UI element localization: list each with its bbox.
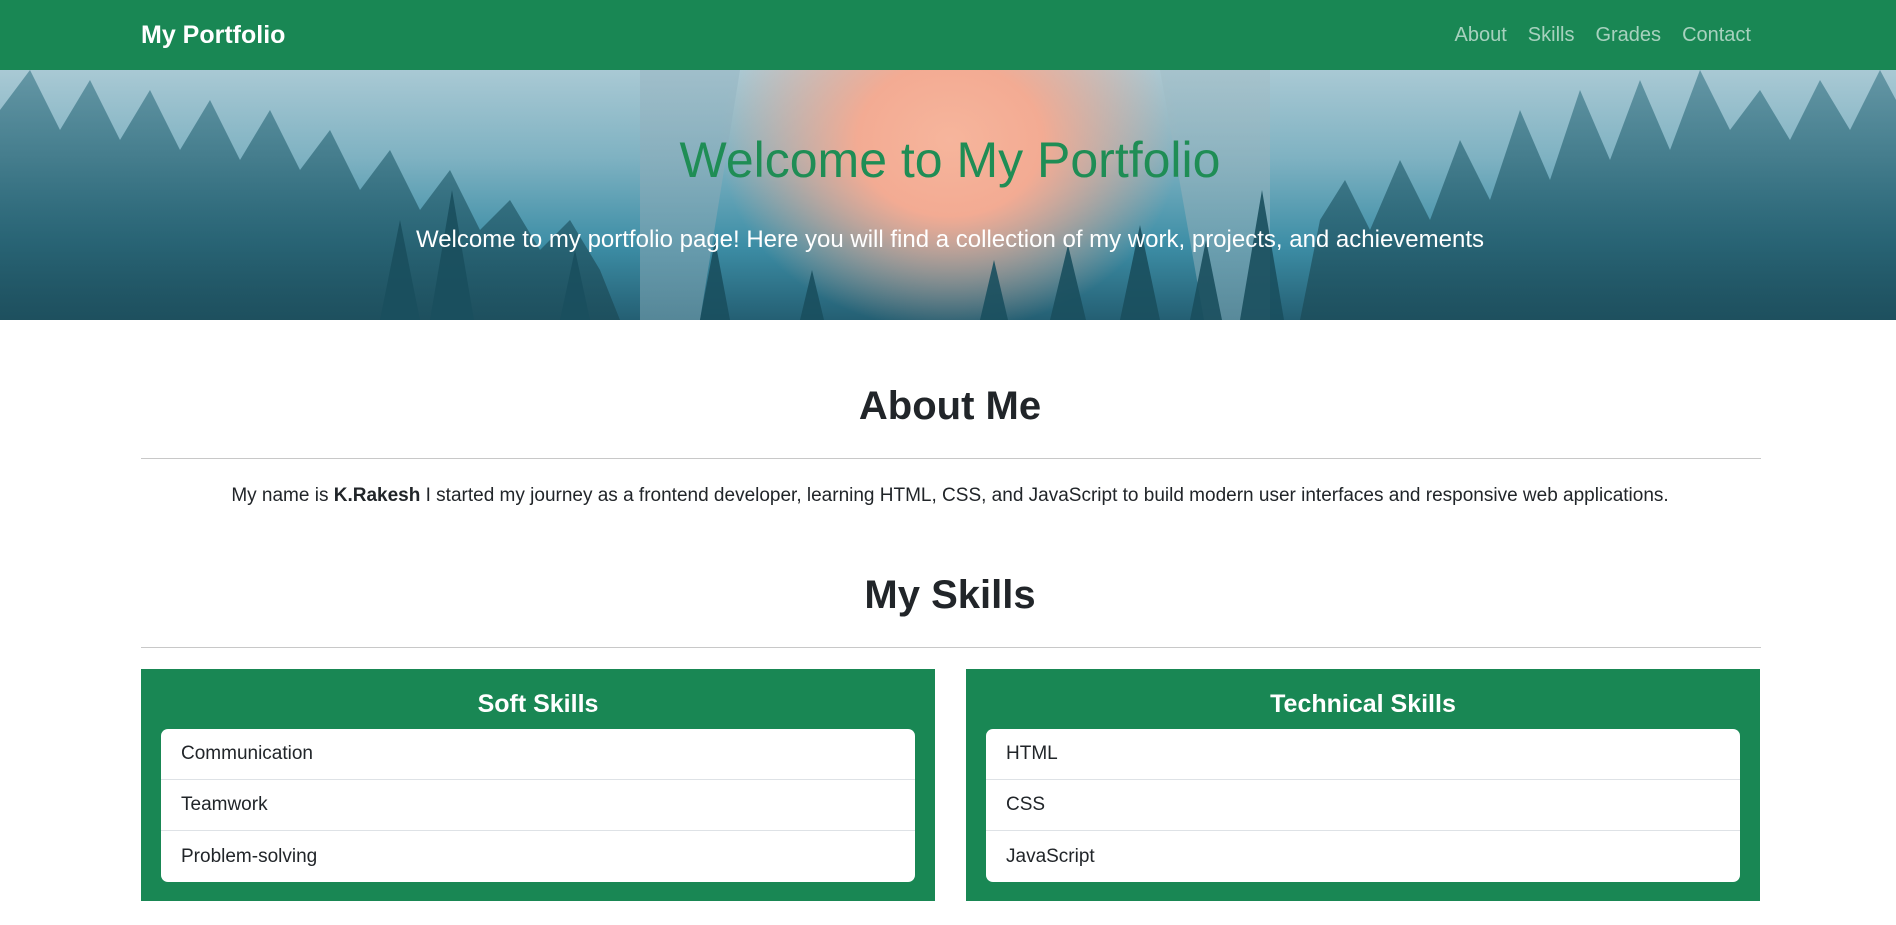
list-item: Communication xyxy=(161,729,915,780)
brand-link[interactable]: My Portfolio xyxy=(141,18,285,52)
soft-skills-list: Communication Teamwork Problem-solving xyxy=(161,729,915,882)
about-name: K.Rakesh xyxy=(333,485,421,506)
nav-link-grades[interactable]: Grades xyxy=(1595,22,1661,48)
nav-link-skills[interactable]: Skills xyxy=(1528,22,1575,48)
list-item: CSS xyxy=(986,780,1740,831)
technical-skills-list: HTML CSS JavaScript xyxy=(986,729,1740,882)
forest-background-image xyxy=(0,70,1896,320)
nav-link-about[interactable]: About xyxy=(1455,22,1507,48)
about-text-after: I started my journey as a frontend devel… xyxy=(420,485,1669,506)
nav-links: About Skills Grades Contact xyxy=(1455,22,1751,48)
list-item: HTML xyxy=(986,729,1740,780)
skills-heading: My Skills xyxy=(864,573,1036,617)
about-divider xyxy=(141,458,1761,459)
technical-skills-card: Technical Skills HTML CSS JavaScript xyxy=(966,669,1760,901)
hero-banner: Welcome to My Portfolio Welcome to my po… xyxy=(0,70,1896,320)
skills-divider xyxy=(141,647,1761,648)
about-text-before: My name is xyxy=(231,485,334,506)
list-item: Problem-solving xyxy=(181,845,318,867)
about-paragraph: My name is K.Rakesh I started my journey… xyxy=(0,483,1896,509)
navbar: My Portfolio About Skills Grades Contact xyxy=(0,0,1896,70)
hero-subtitle: Welcome to my portfolio page! Here you w… xyxy=(415,226,1485,253)
soft-skills-card: Soft Skills Communication Teamwork Probl… xyxy=(141,669,935,901)
list-item: Teamwork xyxy=(161,780,915,831)
about-heading: About Me xyxy=(858,384,1042,428)
hero-title: Welcome to My Portfolio xyxy=(679,132,1221,188)
list-item: JavaScript xyxy=(1006,845,1095,867)
nav-link-contact[interactable]: Contact xyxy=(1682,22,1751,48)
technical-skills-title: Technical Skills xyxy=(1270,690,1456,718)
soft-skills-title: Soft Skills xyxy=(477,690,599,718)
